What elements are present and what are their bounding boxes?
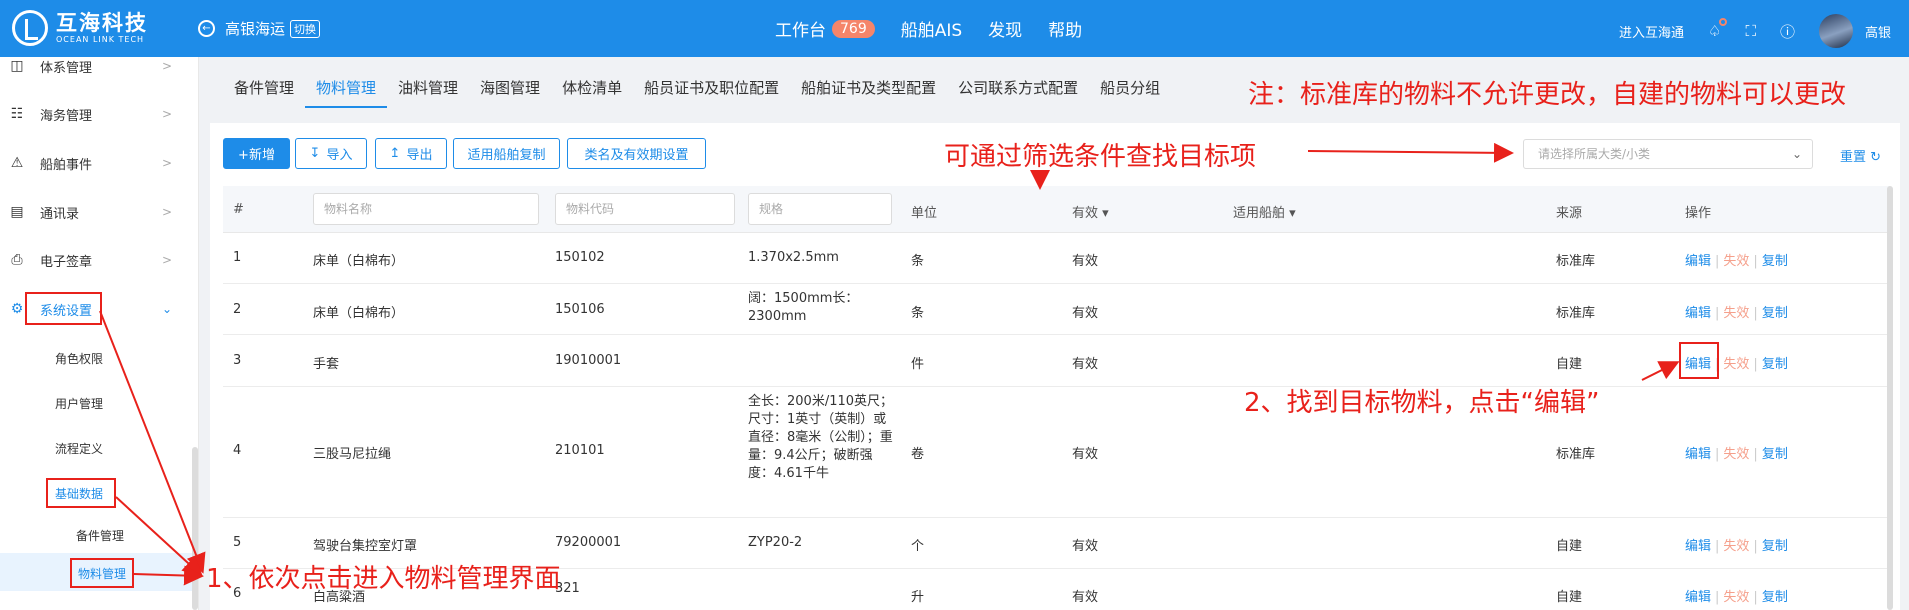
- annotation-arrows: [99, 142, 1680, 586]
